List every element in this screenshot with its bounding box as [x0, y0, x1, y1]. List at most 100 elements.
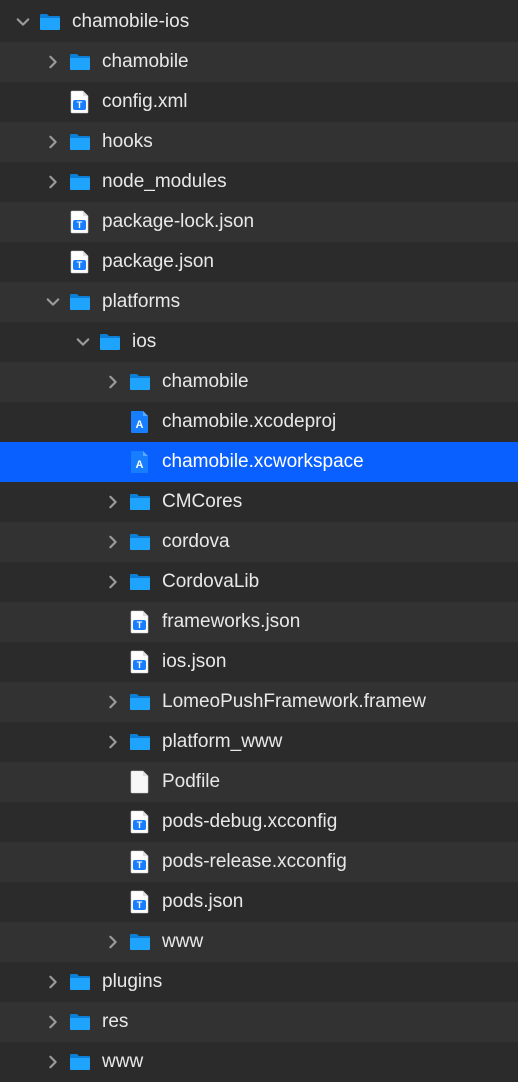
disclosure-spacer: [102, 891, 124, 913]
tree-row-www[interactable]: www: [0, 922, 518, 962]
folder-icon: [128, 570, 152, 594]
folder-icon: [68, 1010, 92, 1034]
xcode-project-icon: A: [128, 450, 152, 474]
chevron-right-icon[interactable]: [42, 51, 64, 73]
tree-row-res[interactable]: res: [0, 1002, 518, 1042]
chevron-right-icon[interactable]: [102, 371, 124, 393]
tree-row-platform-www[interactable]: platform_www: [0, 722, 518, 762]
tree-item-label: platforms: [102, 291, 518, 313]
tree-item-label: cordova: [162, 531, 518, 553]
chevron-right-icon[interactable]: [102, 731, 124, 753]
tree-item-label: CordovaLib: [162, 571, 518, 593]
tree-row-pods-json[interactable]: Tpods.json: [0, 882, 518, 922]
tree-item-label: pods.json: [162, 891, 518, 913]
folder-icon: [98, 330, 122, 354]
folder-icon: [128, 490, 152, 514]
disclosure-spacer: [42, 251, 64, 273]
chevron-right-icon[interactable]: [42, 171, 64, 193]
tree-item-label: CMCores: [162, 491, 518, 513]
folder-icon: [128, 930, 152, 954]
folder-icon: [128, 370, 152, 394]
disclosure-spacer: [42, 91, 64, 113]
chevron-right-icon[interactable]: [102, 571, 124, 593]
tree-item-label: chamobile.xcworkspace: [162, 451, 518, 473]
folder-icon: [38, 10, 62, 34]
tree-item-label: package.json: [102, 251, 518, 273]
chevron-right-icon[interactable]: [102, 931, 124, 953]
tree-row-pods-release-xcconfig[interactable]: Tpods-release.xcconfig: [0, 842, 518, 882]
disclosure-spacer: [102, 611, 124, 633]
tree-row-chamobile-xcworkspace[interactable]: Achamobile.xcworkspace: [0, 442, 518, 482]
svg-text:T: T: [137, 900, 143, 910]
tree-row-chamobile-xcodeproj[interactable]: Achamobile.xcodeproj: [0, 402, 518, 442]
tree-row-cordovalib[interactable]: CordovaLib: [0, 562, 518, 602]
svg-text:T: T: [137, 660, 143, 670]
svg-text:T: T: [137, 860, 143, 870]
tree-row-ios-json[interactable]: Tios.json: [0, 642, 518, 682]
folder-icon: [128, 690, 152, 714]
tree-item-label: chamobile: [162, 371, 518, 393]
chevron-down-icon[interactable]: [42, 291, 64, 313]
tree-item-label: ios.json: [162, 651, 518, 673]
tree-row-package-lock-json[interactable]: Tpackage-lock.json: [0, 202, 518, 242]
tree-row-config-xml[interactable]: Tconfig.xml: [0, 82, 518, 122]
svg-text:A: A: [136, 459, 144, 471]
tree-item-label: hooks: [102, 131, 518, 153]
chevron-down-icon[interactable]: [12, 11, 34, 33]
tree-item-label: config.xml: [102, 91, 518, 113]
tree-row-node-modules[interactable]: node_modules: [0, 162, 518, 202]
tree-row-ios[interactable]: ios: [0, 322, 518, 362]
xcode-project-icon: A: [128, 410, 152, 434]
tree-item-label: pods-debug.xcconfig: [162, 811, 518, 833]
svg-text:T: T: [77, 100, 83, 110]
tree-row-www[interactable]: www: [0, 1042, 518, 1082]
tree-row-cmcores[interactable]: CMCores: [0, 482, 518, 522]
tree-item-label: plugins: [102, 971, 518, 993]
tree-row-chamobile[interactable]: chamobile: [0, 42, 518, 82]
chevron-down-icon[interactable]: [72, 331, 94, 353]
svg-text:T: T: [137, 820, 143, 830]
folder-icon: [68, 130, 92, 154]
tree-item-label: res: [102, 1011, 518, 1033]
tree-row-chamobile-ios[interactable]: chamobile-ios: [0, 2, 518, 42]
tree-row-pods-debug-xcconfig[interactable]: Tpods-debug.xcconfig: [0, 802, 518, 842]
tree-row-frameworks-json[interactable]: Tframeworks.json: [0, 602, 518, 642]
folder-icon: [68, 170, 92, 194]
tree-item-label: LomeoPushFramework.framew: [162, 691, 518, 713]
folder-icon: [68, 290, 92, 314]
file-icon: [128, 770, 152, 794]
folder-icon: [68, 50, 92, 74]
tree-row-chamobile[interactable]: chamobile: [0, 362, 518, 402]
chevron-right-icon[interactable]: [102, 531, 124, 553]
tree-row-podfile[interactable]: Podfile: [0, 762, 518, 802]
folder-icon: [68, 1050, 92, 1074]
tree-item-label: Podfile: [162, 771, 518, 793]
tree-item-label: chamobile: [102, 51, 518, 73]
tree-row-lomeopushframework-framew[interactable]: LomeoPushFramework.framew: [0, 682, 518, 722]
json-file-icon: T: [68, 90, 92, 114]
tree-row-hooks[interactable]: hooks: [0, 122, 518, 162]
chevron-right-icon[interactable]: [102, 691, 124, 713]
tree-row-platforms[interactable]: platforms: [0, 282, 518, 322]
tree-item-label: frameworks.json: [162, 611, 518, 633]
tree-row-plugins[interactable]: plugins: [0, 962, 518, 1002]
disclosure-spacer: [102, 771, 124, 793]
tree-item-label: chamobile.xcodeproj: [162, 411, 518, 433]
chevron-right-icon[interactable]: [42, 1011, 64, 1033]
chevron-right-icon[interactable]: [42, 1051, 64, 1073]
svg-text:A: A: [136, 419, 144, 431]
json-file-icon: T: [128, 650, 152, 674]
tree-item-label: platform_www: [162, 731, 518, 753]
chevron-right-icon[interactable]: [42, 131, 64, 153]
chevron-right-icon[interactable]: [102, 491, 124, 513]
tree-item-label: package-lock.json: [102, 211, 518, 233]
json-file-icon: T: [128, 850, 152, 874]
tree-row-package-json[interactable]: Tpackage.json: [0, 242, 518, 282]
tree-item-label: ios: [132, 331, 518, 353]
folder-icon: [68, 970, 92, 994]
tree-item-label: www: [102, 1051, 518, 1073]
chevron-right-icon[interactable]: [42, 971, 64, 993]
disclosure-spacer: [102, 651, 124, 673]
tree-item-label: chamobile-ios: [72, 11, 518, 33]
tree-row-cordova[interactable]: cordova: [0, 522, 518, 562]
